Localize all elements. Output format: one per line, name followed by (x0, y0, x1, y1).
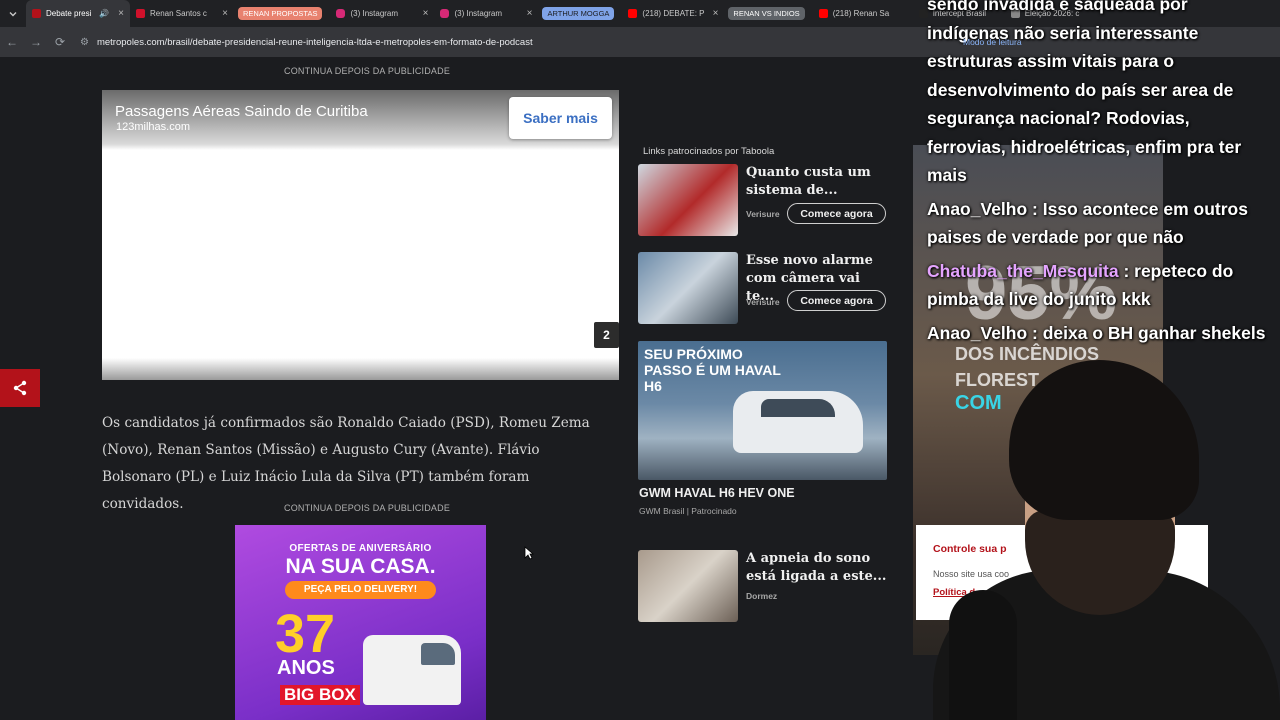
promo-anos: ANOS (277, 657, 335, 679)
tab-label: (218) Renan Sa (832, 9, 890, 18)
chat-username: Anao_Velho (927, 322, 1028, 343)
comece-agora-button[interactable]: Comece agora (787, 203, 886, 224)
forward-icon[interactable]: → (24, 35, 48, 49)
comece-agora-button[interactable]: Comece agora (787, 290, 886, 311)
promo-number: 37 (275, 604, 336, 664)
close-tab-icon[interactable]: × (216, 8, 228, 19)
streamer-webcam (933, 360, 1280, 720)
sponsored-item-1[interactable]: Quanto custa um sistema de... Verisure C… (638, 164, 888, 236)
tab-label: (3) Instagram (454, 9, 503, 18)
sponsored-title[interactable]: A apneia do sono está ligada a este... (746, 550, 888, 586)
sponsored-source: Dormez (746, 591, 778, 601)
tab-instagram-1[interactable]: (3) Instagram × (330, 0, 434, 27)
article-page: CONTINUA DEPOIS DA PUBLICIDADE Passagens… (0, 57, 915, 720)
haval-title[interactable]: GWM HAVAL H6 HEV ONE (639, 486, 795, 500)
tab-youtube-renan[interactable]: (218) Renan Sa (813, 0, 913, 27)
site-info-icon[interactable]: ⚙ (80, 37, 89, 48)
back-icon[interactable]: ← (0, 35, 24, 49)
close-tab-icon[interactable]: × (707, 8, 719, 19)
ad-header: Passagens Aéreas Saindo de Curitiba 123m… (102, 90, 619, 150)
promo-line-2: NA SUA CASA. (285, 555, 436, 578)
article-paragraph: Os candidatos já confirmados são Ronaldo… (102, 415, 590, 512)
tab-group-arthur-mogga[interactable]: ARTHUR MOGGA (542, 7, 615, 20)
instagram-favicon-icon (336, 9, 346, 18)
delivery-van-image (363, 635, 461, 705)
mouse-cursor-icon (524, 546, 534, 560)
tab-youtube-debate[interactable]: (218) DEBATE: P × (622, 0, 724, 27)
chat-username: Chatuba_the_Mesquita (927, 260, 1119, 281)
chat-text: : deixa o BH ganhar shekels (1032, 322, 1266, 343)
ad-domain: 123milhas.com (116, 121, 190, 133)
tab-label: Renan Santos c (150, 9, 207, 18)
promo-line-1: OFERTAS DE ANIVERSÁRIO (289, 543, 432, 554)
speaker-icon[interactable]: 🔊 (99, 9, 109, 18)
chat-username: Anao_Velho (927, 198, 1028, 219)
sponsored-source: Verisure (746, 209, 780, 219)
youtube-favicon-icon (628, 9, 638, 18)
promo-delivery: PEÇA PELO DELIVERY! (285, 581, 436, 599)
tab-instagram-2[interactable]: (3) Instagram × (434, 0, 538, 27)
sponsored-source: Verisure (746, 297, 780, 307)
sponsored-title[interactable]: Quanto custa um sistema de... (746, 164, 888, 200)
sponsored-image (638, 252, 738, 324)
tab-label: (3) Instagram (350, 9, 399, 18)
metropoles-favicon-icon (32, 9, 41, 18)
tab-group-renan-propostas[interactable]: RENAN PROPOSTAS (238, 7, 323, 20)
close-tab-icon[interactable]: × (417, 8, 429, 19)
reload-icon[interactable]: ⟳ (48, 35, 72, 49)
close-tab-icon[interactable]: × (521, 8, 533, 19)
ad-notice: CONTINUA DEPOIS DA PUBLICIDADE (284, 66, 451, 76)
tab-renan-santos[interactable]: Renan Santos c × (130, 0, 234, 27)
sponsored-item-3[interactable]: A apneia do sono está ligada a este... D… (638, 550, 888, 622)
ad-count-badge: 2 (594, 322, 619, 348)
haval-ad-image[interactable]: SEU PRÓXIMO PASSO É UM HAVAL H6 (638, 341, 887, 480)
haval-sub: GWM Brasil | Patrocinado (639, 506, 737, 516)
url-field[interactable]: metropoles.com/brasil/debate-presidencia… (97, 37, 533, 48)
taboola-header: Links patrocinados por Taboola (643, 146, 775, 157)
chat-message: Anao_Velho : Isso acontece em outros pai… (927, 195, 1272, 252)
sponsored-image (638, 550, 738, 622)
live-chat: sendo invadida e saqueada por indígenas … (927, 0, 1272, 352)
bigbox-logo: BIG BOX (280, 685, 360, 705)
stream-overlay: 95% DOS INCÊNDIOS FLOREST COM Controle s… (913, 0, 1280, 720)
tab-search-icon[interactable] (0, 0, 26, 27)
haval-headline: SEU PRÓXIMO PASSO É UM HAVAL H6 (644, 346, 781, 394)
sponsored-image (638, 164, 738, 236)
tab-debate-presidencial[interactable]: Debate presi 🔊 × (26, 0, 130, 27)
chat-message: Chatuba_the_Mesquita : repeteco do pimba… (927, 257, 1272, 314)
streamer-hair (1009, 360, 1199, 520)
bigbox-promo-ad[interactable]: OFERTAS DE ANIVERSÁRIO NA SUA CASA. PEÇA… (235, 525, 486, 720)
ad-bottom-gradient (102, 358, 619, 380)
share-icon (13, 380, 27, 396)
tab-group-renan-vs-indios[interactable]: RENAN VS INDIOS (728, 7, 805, 20)
ad-notice: CONTINUA DEPOIS DA PUBLICIDADE (284, 503, 451, 513)
g1-favicon-icon (136, 9, 145, 18)
share-button[interactable] (0, 369, 40, 407)
chat-message: Anao_Velho : deixa o BH ganhar shekels (927, 319, 1272, 348)
close-tab-icon[interactable]: × (112, 8, 124, 19)
chat-message: sendo invadida e saqueada por indígenas … (927, 0, 1272, 190)
instagram-favicon-icon (440, 9, 450, 18)
tab-label: (218) DEBATE: P (642, 9, 705, 18)
ad-123milhas[interactable]: Passagens Aéreas Saindo de Curitiba 123m… (102, 90, 619, 380)
reading-mode-button[interactable]: Modo de leitura (963, 37, 1022, 47)
saber-mais-button[interactable]: Saber mais (509, 97, 612, 139)
ad-title: Passagens Aéreas Saindo de Curitiba (115, 103, 368, 120)
tab-label: Debate presi (46, 9, 92, 18)
chat-text: sendo invadida e saqueada por indígenas … (927, 0, 1242, 185)
microphone (949, 590, 1017, 720)
youtube-favicon-icon (818, 9, 828, 18)
suv-image (733, 391, 863, 453)
sponsored-item-2[interactable]: Esse novo alarme com câmera vai te... Ve… (638, 252, 888, 324)
